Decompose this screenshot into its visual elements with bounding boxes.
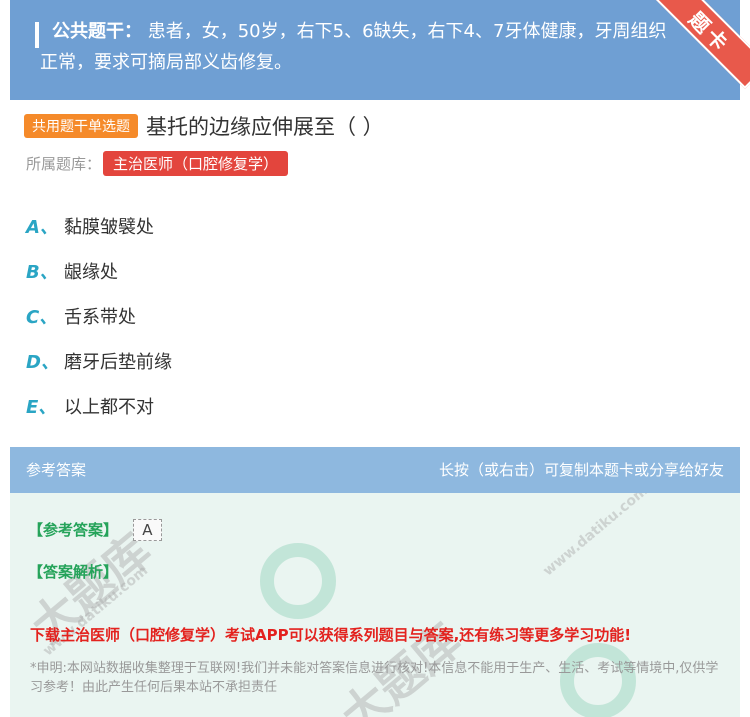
- question-stem-banner: 公共题干： 患者，女，50岁，右下5、6缺失，右下4、7牙体健康，牙周组织正常，…: [10, 0, 740, 100]
- bank-link[interactable]: 主治医师（口腔修复学）: [103, 151, 289, 176]
- option-d[interactable]: D、 磨牙后垫前缘: [26, 338, 172, 383]
- watermark-url: www.datiku.com: [540, 493, 652, 580]
- option-letter: E、: [26, 396, 57, 418]
- option-text: 以上都不对: [64, 396, 154, 418]
- question-bank-row: 所属题库： 主治医师（口腔修复学）: [26, 151, 289, 176]
- question-header: 共用题干单选题 基托的边缘应伸展至（ ）: [24, 111, 384, 141]
- option-letter: B、: [26, 261, 58, 283]
- option-text: 龈缘处: [64, 261, 118, 283]
- answer-section-body: 大题库 大题库 www.datiku.com www.datiku.com 【参…: [10, 493, 740, 717]
- option-a[interactable]: A、 黏膜皱襞处: [26, 203, 172, 248]
- option-text: 黏膜皱襞处: [64, 216, 154, 238]
- bank-label: 所属题库：: [26, 155, 102, 173]
- option-letter: A、: [26, 216, 58, 238]
- stem-accent-bar: [35, 22, 39, 48]
- option-text: 舌系带处: [64, 306, 136, 328]
- disclaimer-text: *申明:本网站数据收集整理于互联网!我们并未能对答案信息进行核对!本信息不能用于…: [30, 661, 719, 695]
- option-e[interactable]: E、 以上都不对: [26, 383, 172, 428]
- answer-row: 【参考答案】 A: [28, 519, 162, 541]
- option-c[interactable]: C、 舌系带处: [26, 293, 172, 338]
- option-b[interactable]: B、 龈缘处: [26, 248, 172, 293]
- answer-section-title: 参考答案: [26, 461, 87, 479]
- option-letter: C、: [26, 306, 58, 328]
- option-text: 磨牙后垫前缘: [64, 351, 172, 373]
- question-title: 基托的边缘应伸展至（ ）: [146, 115, 384, 139]
- watermark-logo-icon: [260, 543, 336, 619]
- question-type-tag: 共用题干单选题: [24, 114, 138, 138]
- stem-label: 公共题干：: [52, 21, 142, 42]
- option-letter: D、: [26, 351, 59, 373]
- analysis-label: 【答案解析】: [28, 563, 119, 581]
- app-download-link[interactable]: 下载主治医师（口腔修复学）考试APP可以获得系列题目与答案,还有练习等更多学习功…: [30, 624, 631, 645]
- share-hint: 长按（或右击）可复制本题卡或分享给好友: [438, 461, 724, 479]
- answer-value: A: [133, 519, 162, 541]
- answer-section-header: 参考答案 长按（或右击）可复制本题卡或分享给好友: [10, 447, 740, 493]
- answer-label: 【参考答案】: [28, 521, 119, 539]
- options-list: A、 黏膜皱襞处 B、 龈缘处 C、 舌系带处 D、 磨牙后垫前缘 E、 以上都…: [26, 203, 172, 428]
